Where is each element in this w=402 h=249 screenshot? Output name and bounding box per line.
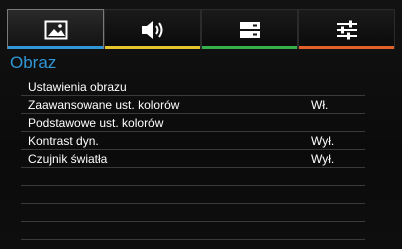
menu-item-dynamic-contrast[interactable]: Kontrast dyn. Wył. [21,132,365,150]
menu-item-empty [21,204,365,222]
osd-menu-window: Obraz Ustawienia obrazu Zaawansowane ust… [0,0,402,249]
display-settings-icon [238,20,262,40]
menu-item-label: Czujnik światła [28,152,108,166]
tab-picture-underline [8,46,103,49]
tab-settings-underline [299,46,394,49]
tab-picture[interactable] [7,9,104,49]
menu-list: Ustawienia obrazu Zaawansowane ust. kolo… [21,78,365,240]
speaker-icon [140,20,166,40]
menu-item-empty [21,222,365,240]
tab-settings[interactable] [298,9,395,49]
menu-item-picture-settings[interactable]: Ustawienia obrazu [21,78,365,96]
menu-item-value: Wył. [311,152,335,166]
menu-item-value: Wył. [311,134,335,148]
menu-item-advanced-color[interactable]: Zaawansowane ust. kolorów Wł. [21,96,365,114]
section-title: Obraz [10,53,57,72]
menu-item-label: Zaawansowane ust. kolorów [28,98,180,112]
menu-item-empty [21,186,365,204]
tab-display[interactable] [201,9,298,49]
sliders-icon [335,20,359,40]
menu-item-label: Kontrast dyn. [28,134,99,148]
menu-item-basic-color[interactable]: Podstawowe ust. kolorów [21,114,365,132]
menu-item-label: Ustawienia obrazu [28,80,127,94]
menu-item-light-sensor[interactable]: Czujnik światła Wył. [21,150,365,168]
menu-item-empty [21,168,365,186]
tab-audio[interactable] [104,9,201,49]
category-tab-bar [7,9,395,49]
tab-display-underline [202,46,297,49]
menu-item-label: Podstawowe ust. kolorów [28,116,164,130]
tab-audio-underline [105,46,200,49]
menu-item-value: Wł. [311,98,329,112]
picture-icon [44,20,68,40]
